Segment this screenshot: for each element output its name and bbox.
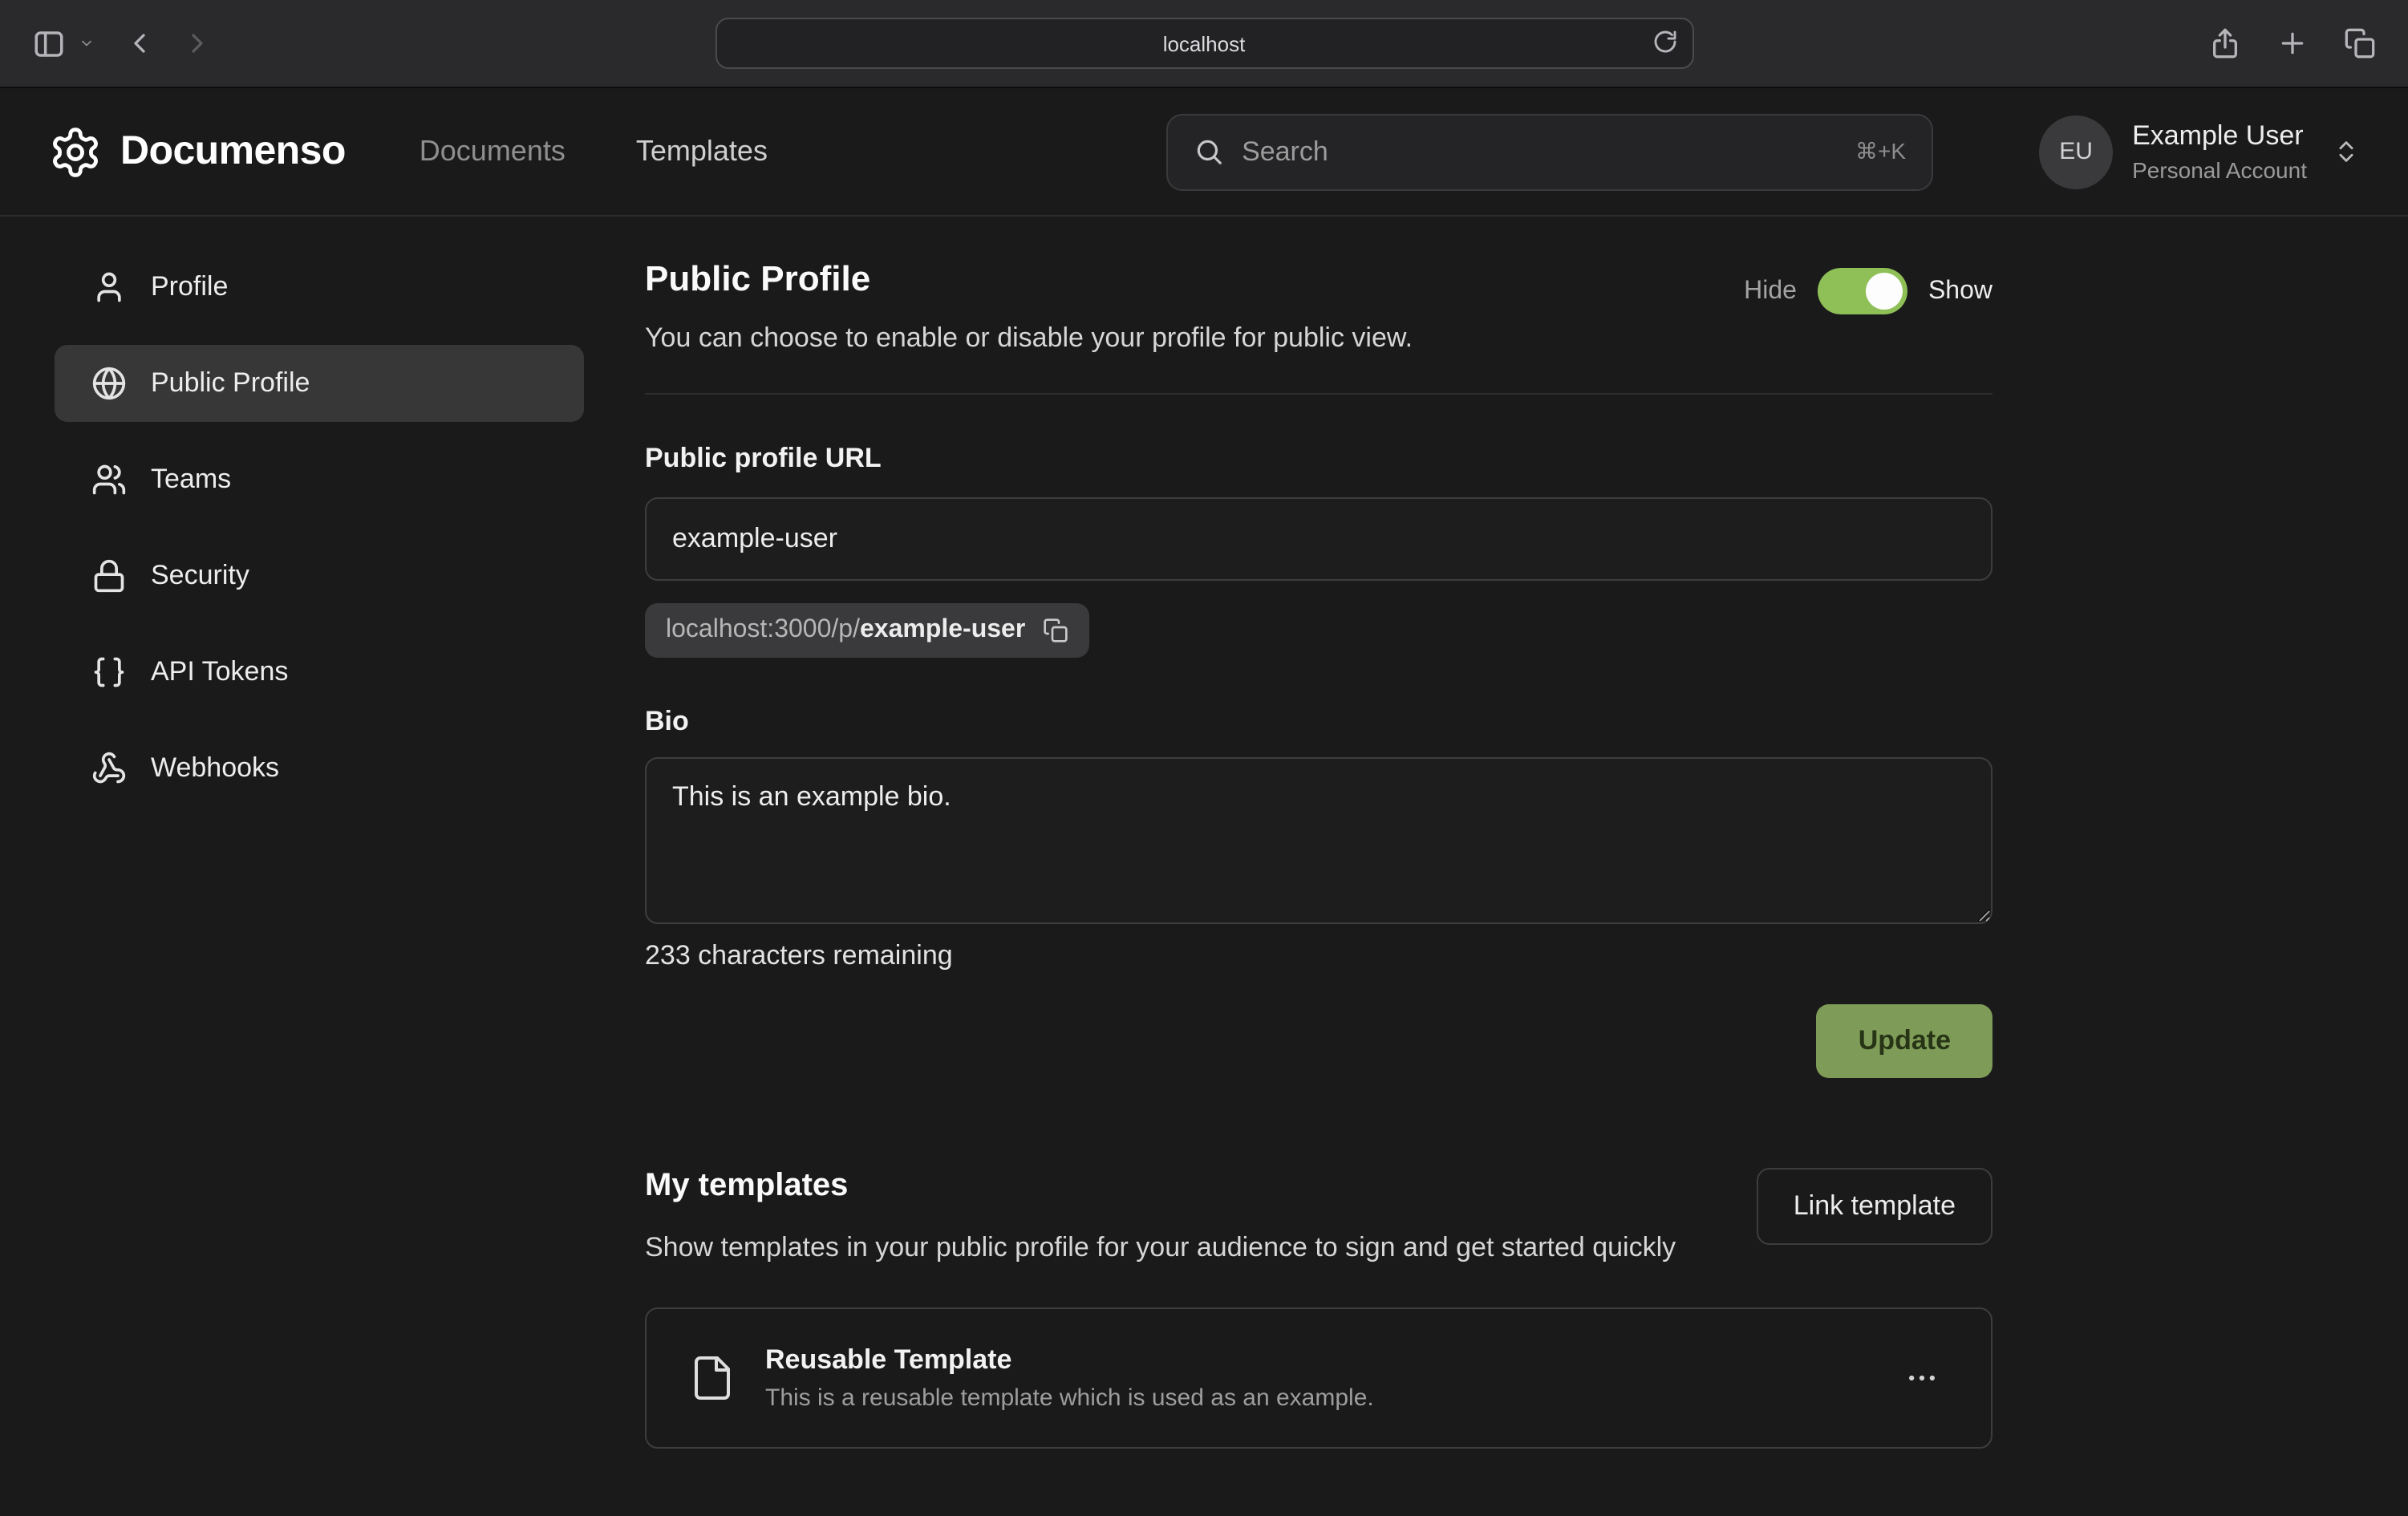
search-icon [1194, 136, 1224, 167]
divider [645, 393, 1992, 395]
user-name: Example User [2132, 120, 2307, 152]
page-title: Public Profile [645, 258, 1413, 300]
my-templates-title: My templates [645, 1168, 1676, 1205]
forward-icon[interactable] [175, 21, 220, 66]
avatar: EU [2039, 115, 2113, 188]
braces-icon [91, 655, 127, 690]
globe-icon [91, 366, 127, 401]
profile-visibility-toggle[interactable] [1818, 268, 1907, 314]
address-bar[interactable]: localhost [715, 18, 1693, 69]
new-tab-icon[interactable] [2276, 27, 2309, 59]
back-icon[interactable] [117, 21, 162, 66]
sidebar-item-label: Webhooks [151, 752, 279, 784]
template-description: This is a reusable template which is use… [765, 1385, 1374, 1413]
url-text: localhost [1163, 31, 1246, 55]
nav-templates[interactable]: Templates [636, 135, 768, 168]
chevron-down-icon[interactable] [79, 35, 95, 51]
nav-documents[interactable]: Documents [420, 135, 566, 168]
search-shortcut: ⌘+K [1855, 138, 1906, 165]
sidebar-item-label: API Tokens [151, 656, 288, 688]
user-menu[interactable]: EU Example User Personal Account [2039, 115, 2360, 188]
profile-url-label: Public profile URL [645, 443, 1992, 475]
user-icon [91, 270, 127, 305]
update-button[interactable]: Update [1817, 1004, 1992, 1078]
reload-icon[interactable] [1652, 29, 1677, 55]
documenso-logo-icon [48, 124, 103, 179]
main-nav: Documents Templates [420, 135, 768, 168]
sidebar-item-label: Public Profile [151, 367, 310, 399]
sidebar-item-security[interactable]: Security [55, 537, 584, 614]
lock-icon [91, 558, 127, 594]
template-name: Reusable Template [765, 1345, 1374, 1377]
app-header: Documenso Documents Templates Search ⌘+K… [0, 88, 2408, 217]
search-placeholder: Search [1242, 136, 1838, 168]
webhook-icon [91, 751, 127, 786]
sidebar-item-public-profile[interactable]: Public Profile [55, 345, 584, 422]
page-subtitle: You can choose to enable or disable your… [645, 322, 1413, 355]
template-menu-button[interactable] [1895, 1352, 1949, 1406]
search-input[interactable]: Search ⌘+K [1166, 113, 1933, 190]
tab-overview-icon[interactable] [2344, 27, 2376, 59]
sidebar-item-label: Profile [151, 271, 228, 303]
public-profile-settings: Public Profile You can choose to enable … [645, 217, 1992, 1449]
hide-label: Hide [1744, 277, 1797, 306]
brand-name: Documenso [120, 128, 346, 175]
profile-url-preview: localhost:3000/p/example-user [645, 603, 1089, 658]
sidebar-item-label: Teams [151, 464, 231, 496]
bio-textarea[interactable]: This is an example bio. [645, 757, 1992, 924]
show-label: Show [1928, 277, 1992, 306]
sidebar-toggle-icon[interactable] [26, 20, 72, 67]
url-preview-text: localhost:3000/p/example-user [666, 616, 1025, 645]
copy-icon[interactable] [1043, 618, 1068, 643]
sidebar-item-webhooks[interactable]: Webhooks [55, 730, 584, 807]
users-icon [91, 462, 127, 497]
browser-chrome: localhost [0, 0, 2408, 88]
my-templates-description: Show templates in your public profile fo… [645, 1227, 1676, 1270]
toggle-knob [1866, 273, 1903, 310]
share-icon[interactable] [2209, 27, 2241, 59]
chevrons-up-down-icon [2333, 138, 2360, 165]
sidebar-item-profile[interactable]: Profile [55, 249, 584, 326]
link-template-button[interactable]: Link template [1757, 1168, 1992, 1245]
brand[interactable]: Documenso [48, 124, 346, 179]
profile-url-input[interactable] [645, 497, 1992, 581]
file-icon [688, 1355, 736, 1403]
bio-label: Bio [645, 706, 1992, 738]
settings-sidebar: Profile Public Profile Teams Security [0, 217, 645, 1449]
visibility-toggle-row: Hide Show [1744, 268, 1992, 314]
sidebar-item-label: Security [151, 560, 249, 592]
sidebar-item-teams[interactable]: Teams [55, 441, 584, 518]
user-account-type: Personal Account [2132, 157, 2307, 183]
template-list-item: Reusable Template This is a reusable tem… [645, 1308, 1992, 1449]
characters-remaining: 233 characters remaining [645, 940, 1992, 972]
sidebar-item-api-tokens[interactable]: API Tokens [55, 634, 584, 711]
